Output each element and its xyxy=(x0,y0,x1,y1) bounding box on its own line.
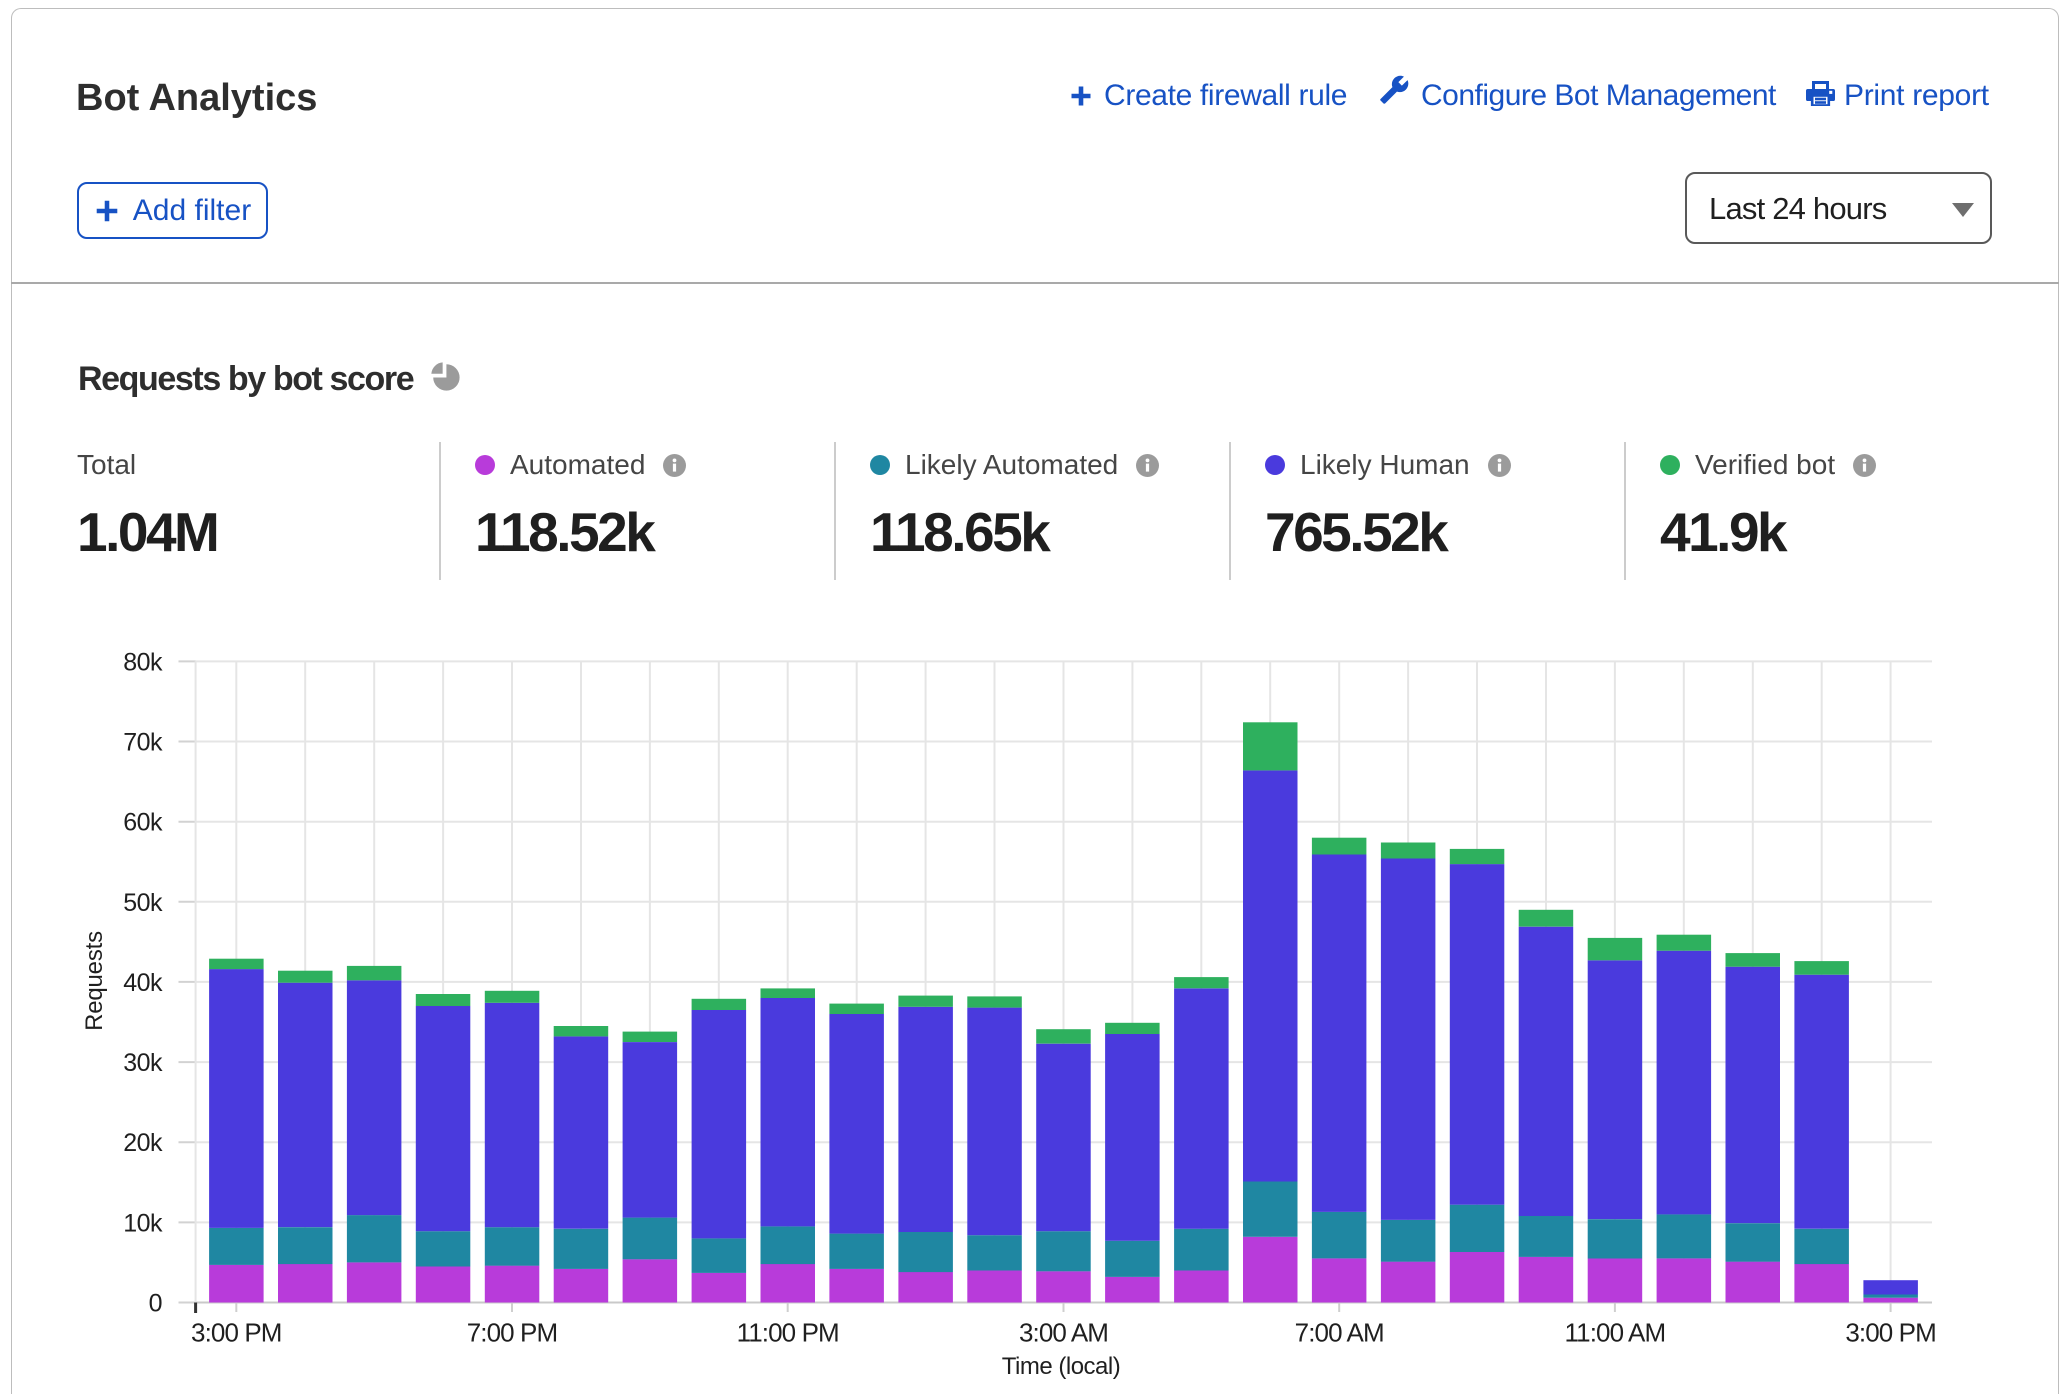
svg-text:11:00 PM: 11:00 PM xyxy=(737,1318,839,1348)
svg-text:11:00 AM: 11:00 AM xyxy=(1565,1318,1666,1348)
svg-text:3:00 PM: 3:00 PM xyxy=(191,1318,282,1348)
svg-text:40k: 40k xyxy=(123,969,163,997)
svg-text:50k: 50k xyxy=(123,889,163,917)
svg-text:7:00 PM: 7:00 PM xyxy=(467,1318,558,1348)
svg-text:3:00 PM: 3:00 PM xyxy=(1845,1318,1936,1348)
svg-text:60k: 60k xyxy=(123,809,163,837)
svg-text:7:00 AM: 7:00 AM xyxy=(1295,1318,1384,1348)
svg-text:20k: 20k xyxy=(123,1129,163,1157)
svg-text:3:00 AM: 3:00 AM xyxy=(1019,1318,1108,1348)
svg-text:30k: 30k xyxy=(123,1049,163,1077)
svg-text:Requests: Requests xyxy=(81,931,108,1031)
svg-text:10k: 10k xyxy=(123,1209,163,1237)
svg-text:80k: 80k xyxy=(123,648,163,676)
svg-text:70k: 70k xyxy=(123,729,163,757)
svg-text:Time (local): Time (local) xyxy=(1002,1353,1120,1380)
svg-text:0: 0 xyxy=(149,1290,162,1318)
